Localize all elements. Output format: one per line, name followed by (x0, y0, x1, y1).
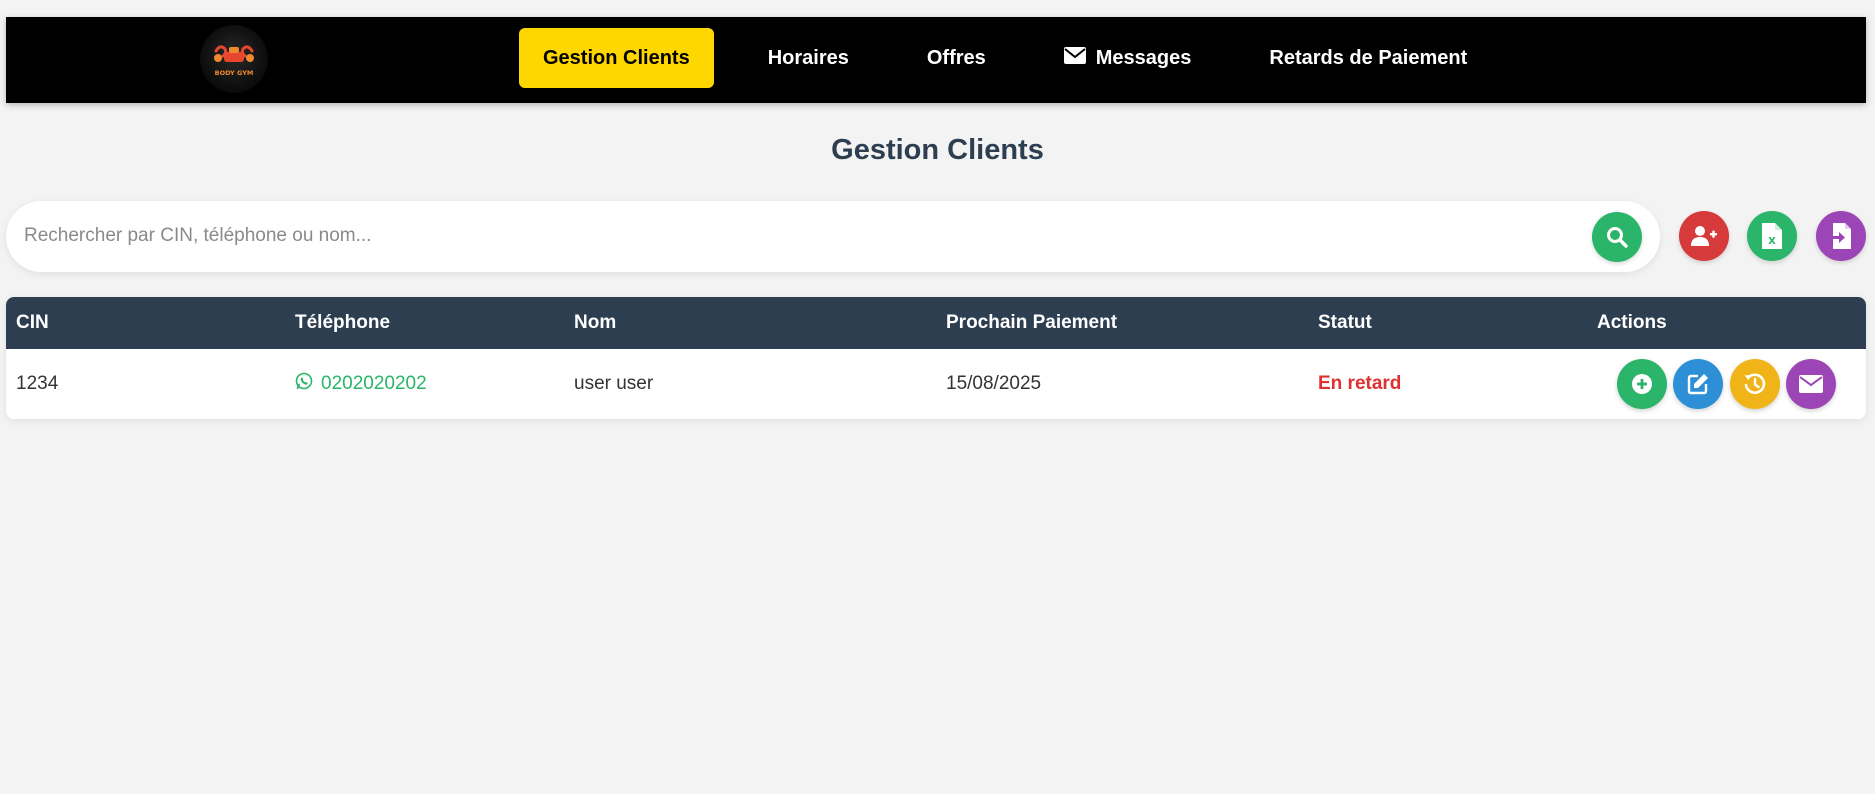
user-plus-icon (1691, 226, 1717, 246)
add-client-button[interactable] (1679, 211, 1729, 261)
phone-number-link[interactable]: 0202020202 (321, 373, 427, 395)
history-button[interactable] (1730, 359, 1780, 409)
nav-item-messages[interactable]: Messages (1040, 28, 1216, 88)
nav-item-label: Gestion Clients (543, 46, 690, 69)
add-payment-button[interactable] (1617, 359, 1667, 409)
envelope-icon (1799, 375, 1823, 393)
gym-logo[interactable]: BODY GYM (200, 25, 268, 93)
cell-cin: 1234 (16, 373, 59, 394)
svg-text:X: X (1768, 236, 1776, 247)
import-button[interactable] (1816, 211, 1866, 261)
search-input[interactable] (24, 215, 1584, 257)
plus-circle-icon (1632, 374, 1652, 394)
nav-item-label: Messages (1095, 46, 1192, 69)
nav-item-label: Horaires (767, 46, 849, 69)
column-header-telephone: Téléphone (295, 312, 391, 333)
export-excel-button[interactable]: X (1747, 211, 1797, 261)
cell-nom: user user (574, 373, 654, 394)
file-import-icon (1829, 223, 1851, 249)
table-row: 1234 0202020202 user user 15/08/2025 En … (6, 349, 1866, 419)
file-excel-icon: X (1762, 223, 1782, 249)
search-icon (1607, 227, 1628, 248)
cell-telephone[interactable]: 0202020202 (295, 349, 427, 419)
clients-table: CIN Téléphone Nom Prochain Paiement Stat… (6, 297, 1866, 419)
nav-item-offres[interactable]: Offres (903, 28, 1010, 88)
envelope-icon (1063, 46, 1086, 70)
history-icon (1744, 373, 1766, 395)
table-header: CIN Téléphone Nom Prochain Paiement Stat… (6, 297, 1866, 349)
column-header-statut: Statut (1318, 312, 1372, 333)
search-button[interactable] (1592, 212, 1642, 262)
page-title: Gestion Clients (831, 134, 1044, 166)
nav-item-label: Offres (926, 46, 986, 69)
logo-icon: BODY GYM (214, 45, 254, 77)
nav-item-retards-paiement[interactable]: Retards de Paiement (1245, 28, 1491, 88)
search-bar (6, 201, 1660, 272)
cell-prochain-paiement: 15/08/2025 (946, 373, 1042, 394)
edit-icon (1687, 374, 1708, 395)
send-message-button[interactable] (1786, 359, 1836, 409)
column-header-nom: Nom (574, 312, 617, 333)
nav-item-gestion-clients[interactable]: Gestion Clients (519, 28, 714, 88)
nav-item-label: Retards de Paiement (1269, 46, 1468, 69)
whatsapp-icon (295, 372, 313, 396)
status-badge: En retard (1318, 373, 1402, 394)
edit-client-button[interactable] (1673, 359, 1723, 409)
column-header-prochain-paiement: Prochain Paiement (946, 312, 1118, 333)
nav-item-horaires[interactable]: Horaires (744, 28, 873, 88)
logo-text: BODY GYM (215, 69, 254, 77)
nav-links: Gestion Clients Horaires Offres Messages… (519, 28, 1491, 88)
column-header-cin: CIN (16, 312, 49, 333)
column-header-actions: Actions (1597, 312, 1667, 333)
top-navbar: BODY GYM Gestion Clients Horaires Offres… (6, 17, 1866, 103)
